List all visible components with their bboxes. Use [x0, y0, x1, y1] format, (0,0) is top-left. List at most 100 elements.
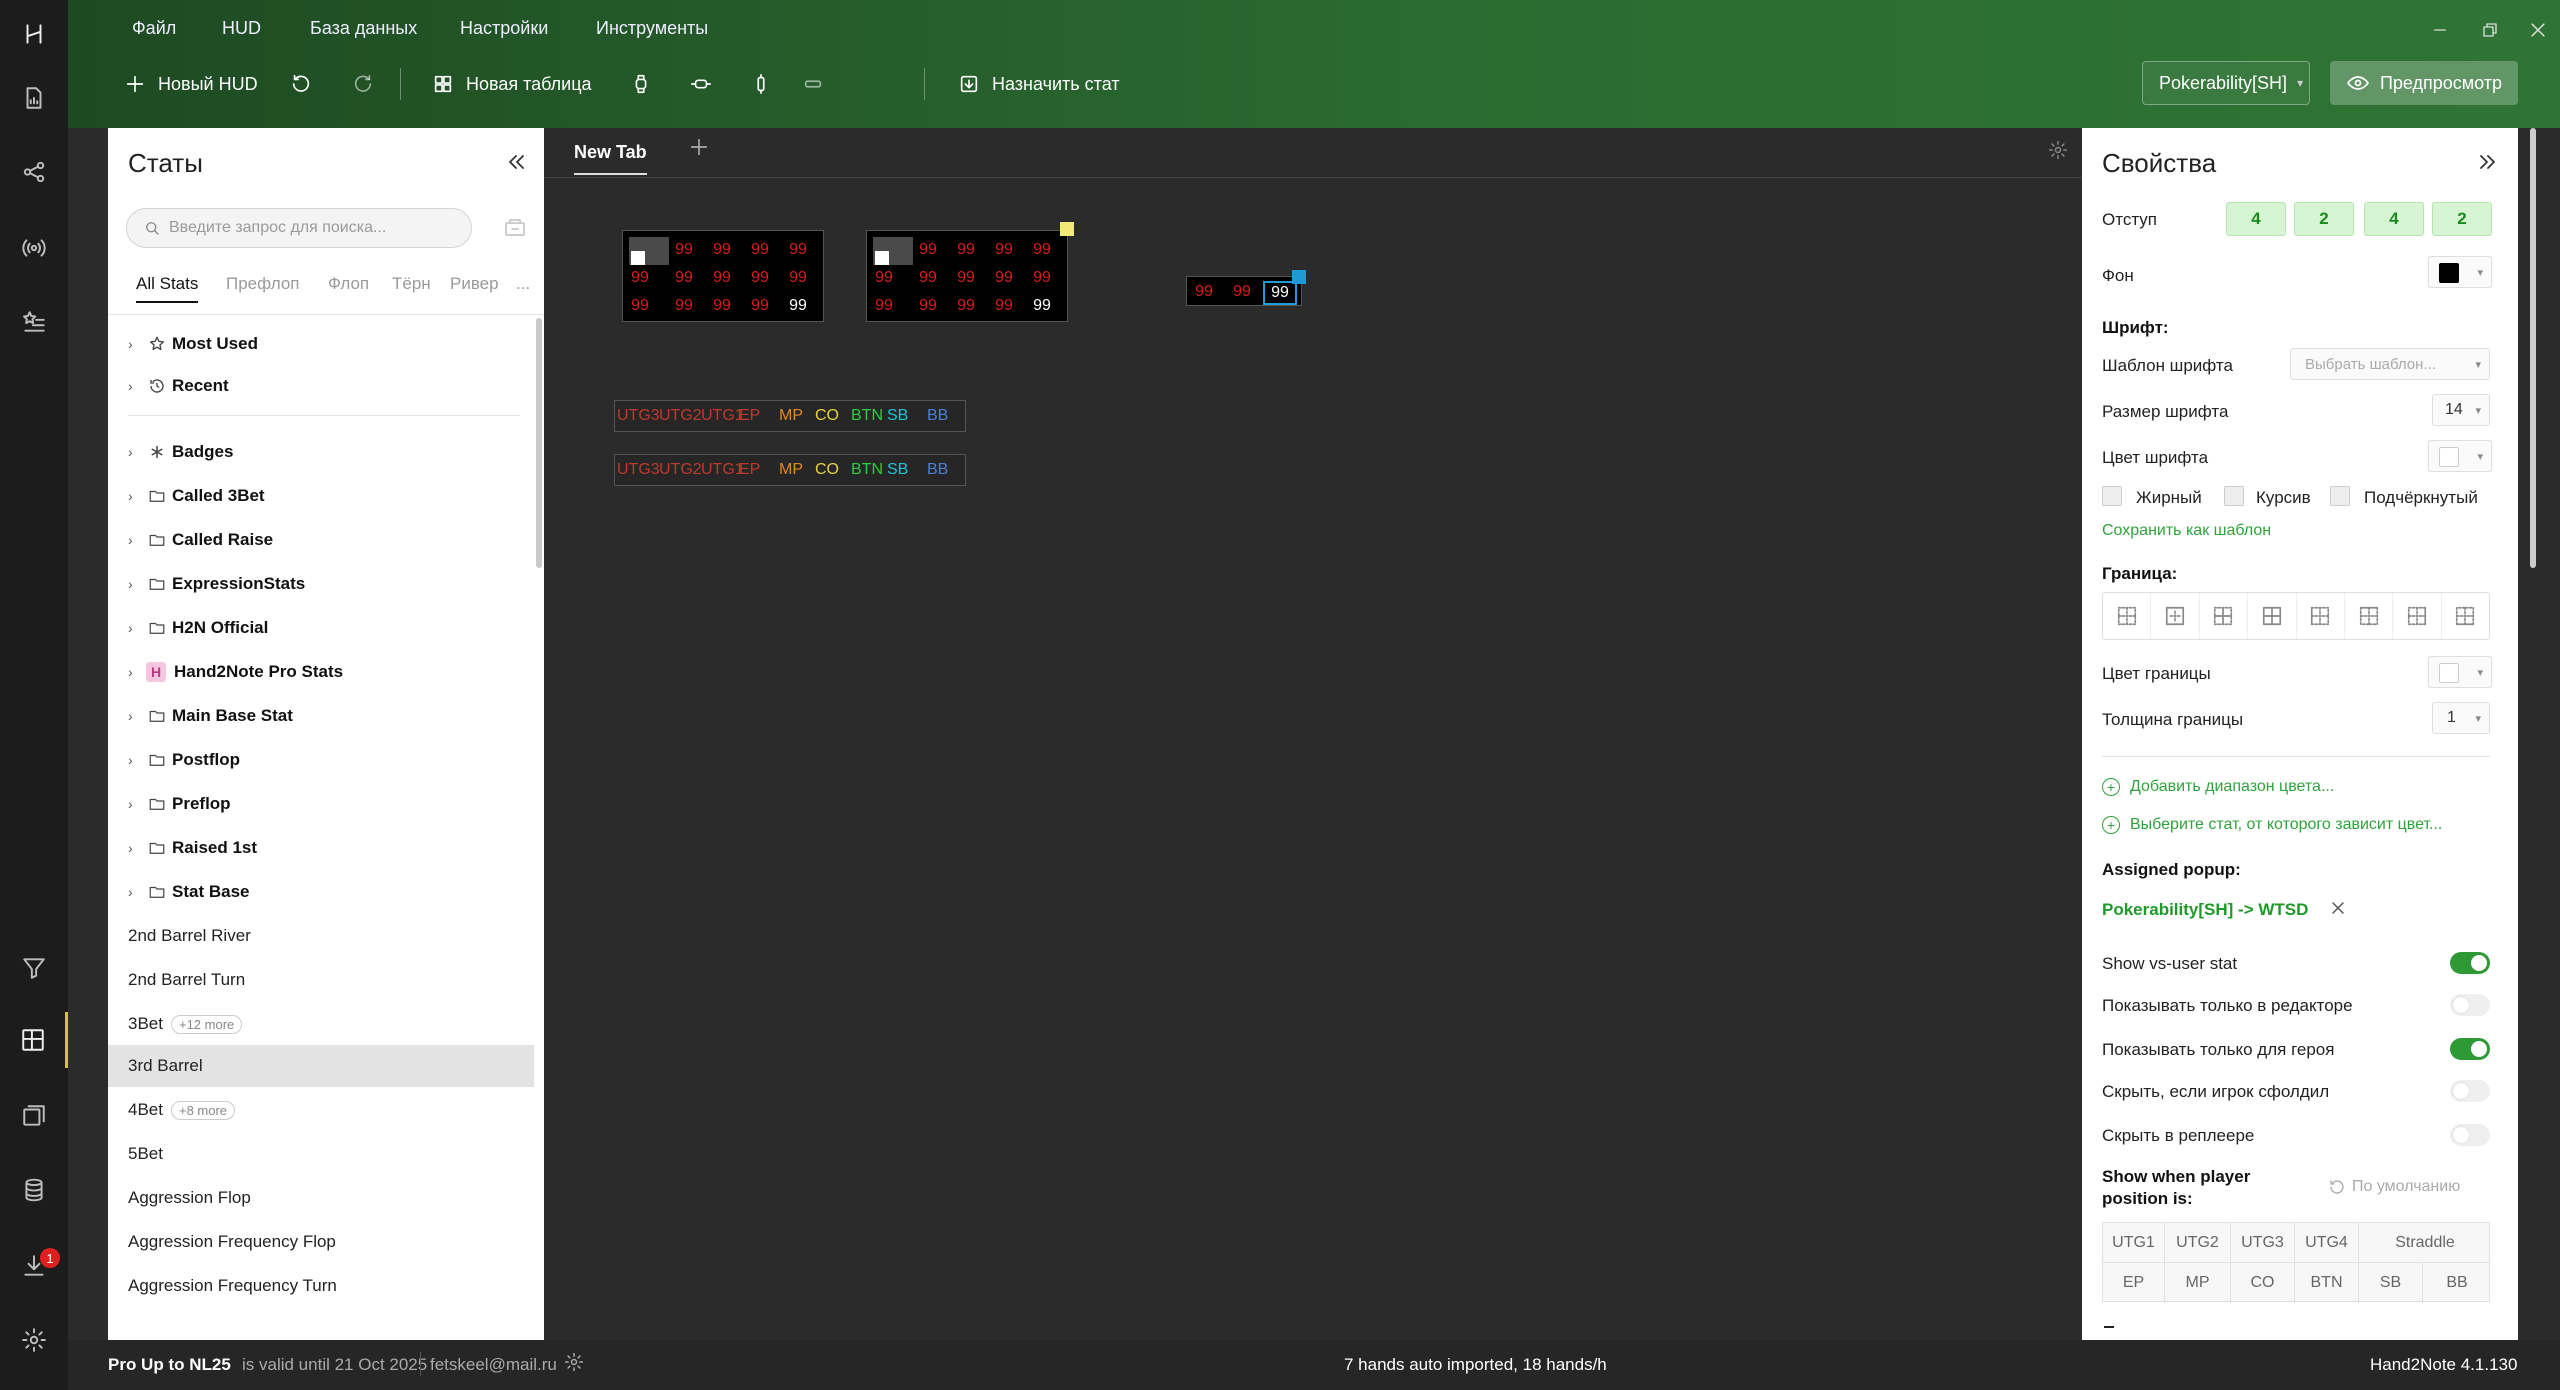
hud-cell[interactable]: 99 — [987, 297, 1021, 315]
reports-icon[interactable] — [0, 70, 68, 126]
gear-icon[interactable] — [2048, 140, 2068, 160]
pos-filter-utg4[interactable]: UTG4 — [2295, 1223, 2359, 1263]
hud-cell[interactable]: 99 — [781, 269, 815, 287]
pos-filter-utg3[interactable]: UTG3 — [2231, 1223, 2295, 1263]
pos-filter-utg2[interactable]: UTG2 — [2165, 1223, 2231, 1263]
folder-most-used[interactable]: › Most Used — [108, 323, 534, 365]
blue-anchor-marker[interactable] — [1292, 270, 1306, 284]
tables-icon[interactable] — [0, 1088, 68, 1144]
hud-cell[interactable]: 99 — [781, 241, 815, 259]
list-item[interactable]: 2nd Barrel Turn — [108, 959, 534, 1001]
minimize-icon[interactable] — [2426, 16, 2454, 44]
restore-icon[interactable] — [2476, 16, 2504, 44]
new-hud-button[interactable]: Новый HUD — [124, 68, 258, 100]
tab-river[interactable]: Ривер — [450, 274, 499, 294]
close-icon[interactable] — [2524, 16, 2552, 44]
tab-new-tab[interactable]: New Tab — [574, 142, 647, 175]
undo-button[interactable] — [290, 68, 312, 100]
list-item[interactable]: Aggression Frequency Flop — [108, 1221, 534, 1263]
pos-filter-ep[interactable]: EP — [2103, 1263, 2165, 1303]
indent-bottom[interactable]: 2 — [2432, 202, 2492, 236]
hud-cell[interactable]: 99 — [705, 269, 739, 287]
hud-cell[interactable]: 99 — [1025, 241, 1059, 259]
position-row-1[interactable]: UTG3 UTG2 UTG1 EP MP CO BTN SB BB — [614, 400, 966, 432]
hud-cell[interactable]: 99 — [743, 297, 777, 315]
list-item[interactable]: 4Bet +8 more — [108, 1089, 534, 1131]
folder-main-base-stat[interactable]: › Main Base Stat — [108, 695, 534, 737]
download-icon[interactable]: 1 — [0, 1238, 68, 1294]
collapse-dash-icon[interactable] — [2104, 1326, 2114, 1328]
font-size-select[interactable]: 14 ▾ — [2432, 394, 2490, 426]
tab-turn[interactable]: Тёрн — [392, 274, 431, 294]
add-color-range-link[interactable]: + Добавить диапазон цвета... — [2102, 778, 2334, 796]
hud-cell[interactable]: 99 — [743, 241, 777, 259]
border-color-picker[interactable]: ▾ — [2428, 656, 2492, 688]
font-template-select[interactable]: Выбрать шаблон... ▾ — [2290, 348, 2490, 380]
add-badge-button[interactable] — [630, 68, 652, 100]
preview-button[interactable]: Предпросмотр — [2330, 61, 2518, 105]
folder-recent[interactable]: › Recent — [108, 365, 534, 407]
hide-in-replayer-toggle[interactable] — [2450, 1124, 2490, 1146]
show-vs-user-toggle[interactable] — [2450, 952, 2490, 974]
italic-checkbox[interactable] — [2224, 486, 2244, 506]
border-left-icon[interactable] — [2297, 593, 2345, 639]
redo-button[interactable] — [352, 68, 374, 100]
tab-all-stats[interactable]: All Stats — [136, 274, 199, 303]
add-vertical-button[interactable] — [750, 68, 772, 100]
folder-stat-base[interactable]: › Stat Base — [108, 871, 534, 913]
pos-filter-utg1[interactable]: UTG1 — [2103, 1223, 2165, 1263]
more-badge[interactable]: +8 more — [170, 1100, 236, 1120]
list-item[interactable]: 2nd Barrel River — [108, 915, 534, 957]
font-color-picker[interactable]: ▾ — [2428, 440, 2492, 472]
add-link-button[interactable] — [798, 68, 828, 100]
hud-cell[interactable]: 99 — [1025, 297, 1059, 315]
settings-icon[interactable] — [0, 1312, 68, 1368]
hud-cell[interactable]: 99 — [949, 297, 983, 315]
underline-checkbox[interactable] — [2330, 486, 2350, 506]
border-none-icon[interactable] — [2103, 593, 2152, 639]
hud-cell[interactable]: 99 — [623, 269, 657, 287]
indent-top[interactable]: 2 — [2294, 202, 2354, 236]
hud-cell[interactable]: 99 — [1225, 283, 1259, 301]
list-item[interactable]: 5Bet — [108, 1133, 534, 1175]
stats-scrollbar[interactable] — [536, 318, 542, 568]
bg-color-picker[interactable]: ▾ — [2428, 256, 2492, 288]
folder-badges[interactable]: › Badges — [108, 431, 534, 473]
menu-settings[interactable]: Настройки — [460, 18, 548, 39]
hud-cell[interactable]: 99 — [911, 269, 945, 287]
hud-cell[interactable]: 99 — [705, 297, 739, 315]
filter-icon[interactable] — [0, 940, 68, 996]
hero-only-toggle[interactable] — [2450, 1038, 2490, 1060]
folder-called-3bet[interactable]: › Called 3Bet — [108, 475, 534, 517]
tab-more[interactable]: ... — [516, 274, 530, 294]
hud-cell[interactable]: 99 — [911, 297, 945, 315]
hud-cell[interactable]: 99 — [743, 269, 777, 287]
hud-editor-canvas[interactable]: New Tab 99 99 99 99 99 99 99 99 99 99 99… — [544, 128, 2082, 1340]
hud-block-2[interactable]: 99 99 99 99 99 99 99 99 99 99 99 99 99 9… — [866, 230, 1068, 322]
border-right-icon[interactable] — [2393, 593, 2442, 639]
stats-search-input[interactable] — [169, 219, 449, 237]
star-list-icon[interactable] — [0, 294, 68, 350]
gear-icon[interactable] — [564, 1352, 584, 1372]
folder-called-raise[interactable]: › Called Raise — [108, 519, 534, 561]
broadcast-icon[interactable] — [0, 220, 68, 276]
menu-file[interactable]: Файл — [132, 18, 176, 39]
hud-cell[interactable]: 99 — [911, 241, 945, 259]
assign-stat-button[interactable]: Назначить стат — [958, 68, 1120, 100]
database-icon[interactable] — [0, 1162, 68, 1218]
hud-cell[interactable]: 99 — [987, 241, 1021, 259]
border-width-select[interactable]: 1 ▾ — [2432, 702, 2490, 734]
hud-cell[interactable]: 99 — [1025, 269, 1059, 287]
list-item[interactable]: Aggression Frequency Turn — [108, 1265, 534, 1307]
menu-database[interactable]: База данных — [310, 18, 417, 39]
pos-filter-sb[interactable]: SB — [2359, 1263, 2423, 1303]
expand-right-icon[interactable] — [2476, 150, 2500, 174]
menu-hud[interactable]: HUD — [222, 18, 261, 39]
pos-filter-straddle[interactable]: Straddle — [2359, 1223, 2491, 1263]
border-inner-icon[interactable] — [2200, 593, 2249, 639]
share-icon[interactable] — [0, 144, 68, 200]
hud-select[interactable]: Pokerability[SH] ▾ — [2142, 61, 2310, 105]
hud-editor-icon[interactable] — [0, 1012, 68, 1068]
border-outer-icon[interactable] — [2151, 593, 2200, 639]
folder-raised-1st[interactable]: › Raised 1st — [108, 827, 534, 869]
